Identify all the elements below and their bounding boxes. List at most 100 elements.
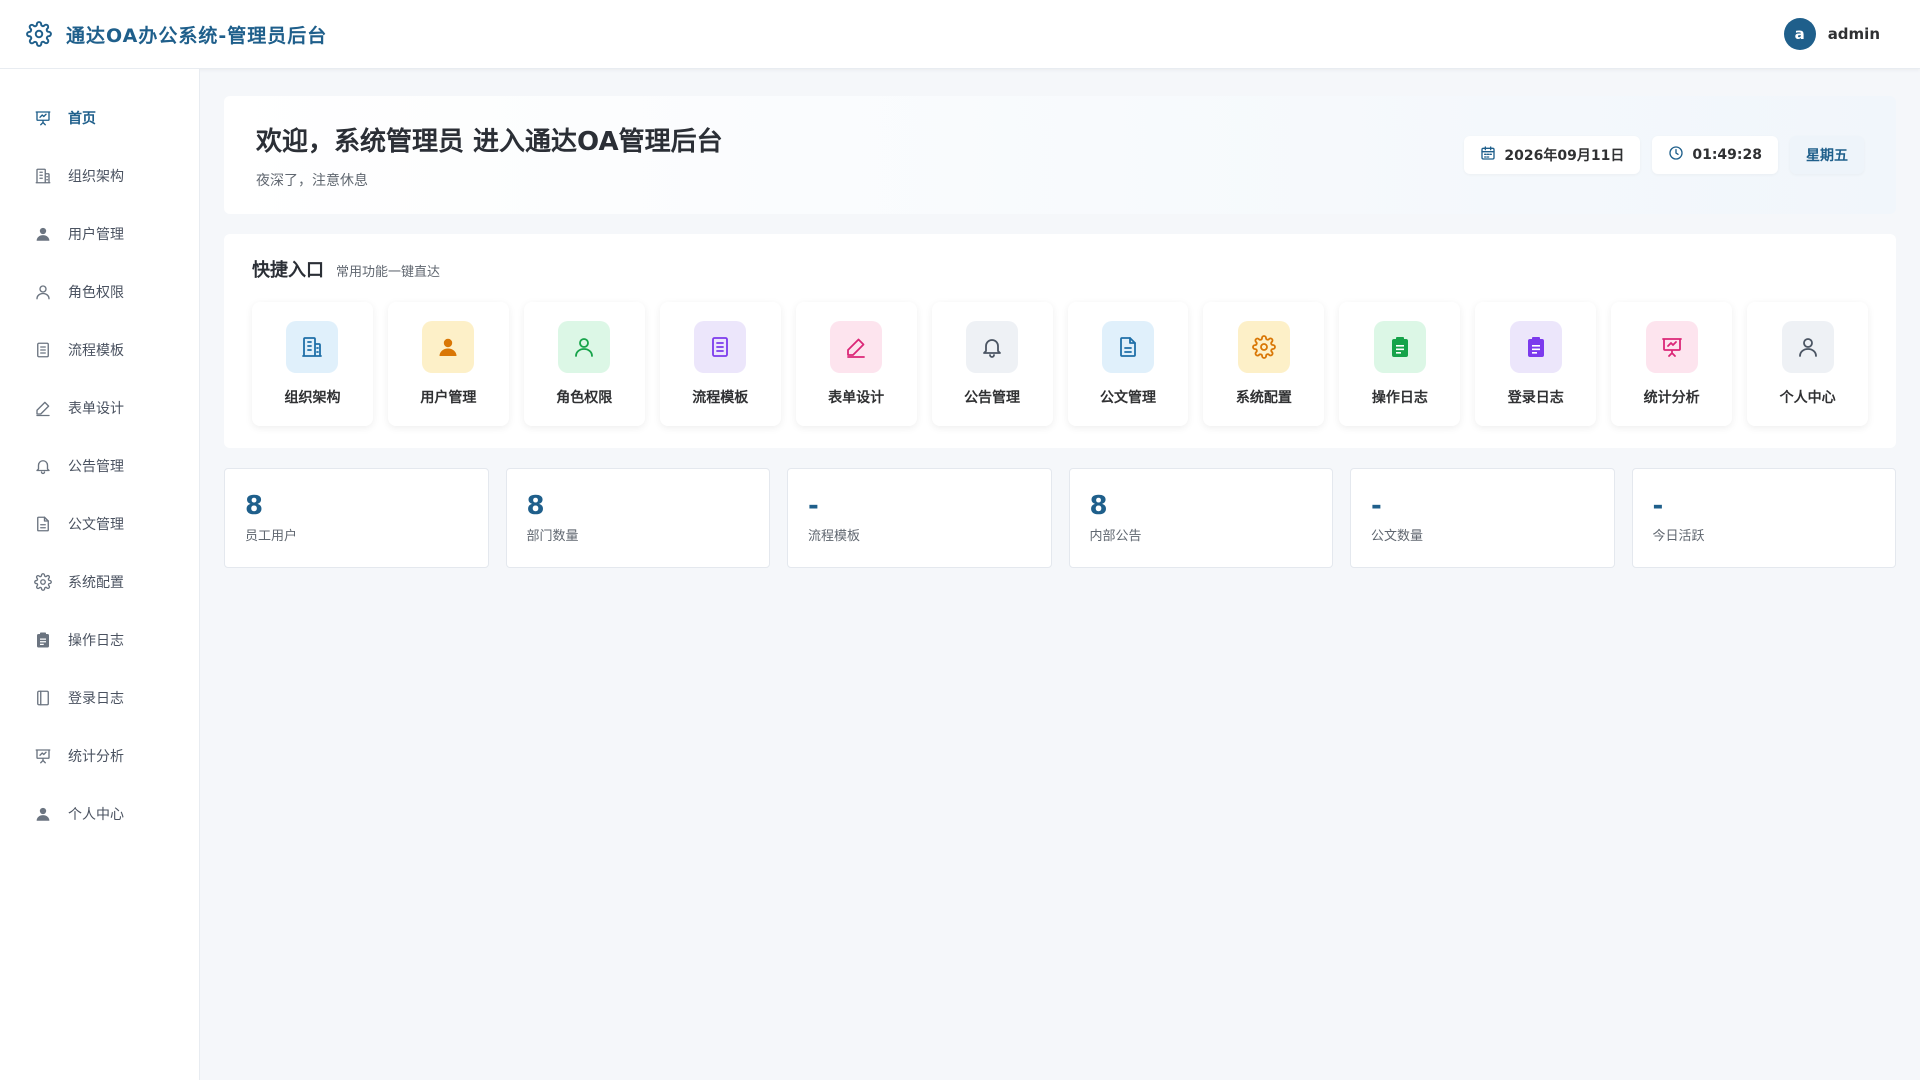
sidebar-item[interactable]: 角色权限 (0, 263, 199, 321)
sidebar-item[interactable]: 系统配置 (0, 553, 199, 611)
user-solid-icon (34, 225, 52, 243)
sidebar-item[interactable]: 首页 (0, 89, 199, 147)
document-list-icon (34, 341, 52, 359)
sidebar-item[interactable]: 个人中心 (0, 785, 199, 843)
sidebar: 首页组织架构用户管理角色权限流程模板表单设计公告管理 公文管理系统配置操作日志登录… (0, 69, 200, 1080)
stat-label: 内部公告 (1089, 529, 1142, 544)
quick-access-title: 快捷入口 (252, 260, 324, 281)
stat-label: 流程模板 (808, 529, 861, 544)
sidebar-item-label: 表单设计 (68, 401, 124, 417)
weekday-text: 星期五 (1806, 148, 1848, 164)
document-icon (34, 515, 52, 533)
stat-value: - (1371, 491, 1382, 521)
quick-access-header: 快捷入口 常用功能一键直达 (252, 256, 1868, 282)
sidebar-item-label: 操作日志 (68, 633, 124, 649)
stat-label: 员工用户 (245, 529, 298, 544)
stat-value: 8 (526, 491, 545, 521)
clipboard-icon (1509, 321, 1562, 373)
welcome-subtitle: 夜深了，注意休息 (256, 172, 368, 189)
tile-label: 统计分析 (1643, 390, 1700, 406)
quick-access-tile[interactable]: 角色权限 (523, 302, 645, 426)
tile-label: 流程模板 (692, 390, 749, 406)
clock-icon (1668, 145, 1684, 165)
sidebar-item[interactable]: 登录日志 (0, 669, 199, 727)
tile-label: 个人中心 (1779, 390, 1836, 406)
stat-label: 今日活跃 (1652, 529, 1705, 544)
sidebar-item[interactable]: 统计分析 (0, 727, 199, 785)
weekday-chip: 星期五 (1790, 136, 1864, 174)
quick-access-tile[interactable]: 操作日志 (1339, 302, 1461, 426)
user-outline-icon (558, 321, 611, 373)
tile-label: 登录日志 (1507, 390, 1564, 406)
quick-access-tile[interactable]: 公文管理 (1067, 302, 1189, 426)
sidebar-item-label: 流程模板 (68, 343, 124, 359)
tile-label: 组织架构 (284, 390, 341, 406)
quick-access-tile[interactable]: 公告管理 (931, 302, 1053, 426)
welcome-banner: 欢迎，系统管理员 进入通达OA管理后台 夜深了，注意休息 2026年09月11日… (224, 96, 1896, 214)
clipboard-icon (1373, 321, 1426, 373)
stat-label: 公文数量 (1371, 529, 1424, 544)
stat-label: 部门数量 (526, 529, 579, 544)
sidebar-item[interactable]: 公文管理 (0, 495, 199, 553)
user-solid-icon (422, 321, 475, 373)
quick-access-tile[interactable]: 系统配置 (1203, 302, 1325, 426)
stat-card: 8 部门数量 (505, 468, 770, 568)
sidebar-item-label: 首页 (68, 111, 96, 127)
gear-icon (26, 21, 52, 47)
stat-card: - 今日活跃 (1631, 468, 1896, 568)
brand[interactable]: 通达OA办公系统-管理员后台 (26, 21, 327, 48)
quick-access-tile[interactable]: 统计分析 (1611, 302, 1733, 426)
user-solid-icon (34, 805, 52, 823)
quick-access-tile[interactable]: 流程模板 (659, 302, 781, 426)
stat-card: 8 内部公告 (1068, 468, 1333, 568)
sidebar-item[interactable]: 操作日志 (0, 611, 199, 669)
top-header: 通达OA办公系统-管理员后台 a admin (0, 0, 1920, 69)
welcome-text: 欢迎，系统管理员 进入通达OA管理后台 夜深了，注意休息 (256, 121, 723, 190)
presentation-chart-icon (34, 747, 52, 765)
stat-value: - (808, 491, 819, 521)
tile-label: 公文管理 (1099, 390, 1156, 406)
main-content: 欢迎，系统管理员 进入通达OA管理后台 夜深了，注意休息 2026年09月11日… (224, 96, 1896, 568)
time-chip: 01:49:28 (1652, 136, 1778, 174)
calendar-icon (1480, 145, 1496, 165)
clipboard-icon (34, 631, 52, 649)
stat-card: - 流程模板 (787, 468, 1052, 568)
datetime-chips: 2026年09月11日 01:49:28 星期五 (1464, 136, 1864, 174)
time-text: 01:49:28 (1692, 147, 1762, 163)
username[interactable]: admin (1828, 25, 1880, 43)
quick-access-tile[interactable]: 用户管理 (387, 302, 509, 426)
gear-icon (1237, 321, 1290, 373)
sidebar-item-label: 个人中心 (68, 807, 124, 823)
user-outline-icon (34, 283, 52, 301)
stat-value: 8 (245, 491, 264, 521)
building-icon (286, 321, 339, 373)
stat-card: - 公文数量 (1350, 468, 1615, 568)
quick-access-tile[interactable]: 个人中心 (1747, 302, 1869, 426)
tile-label: 操作日志 (1371, 390, 1428, 406)
sidebar-item[interactable]: 公告管理 (0, 437, 199, 495)
sidebar-item-label: 登录日志 (68, 691, 124, 707)
app-title: 通达OA办公系统-管理员后台 (66, 24, 328, 47)
presentation-chart-icon (34, 109, 52, 127)
sidebar-item[interactable]: 表单设计 (0, 379, 199, 437)
tile-label: 用户管理 (420, 390, 477, 406)
stats-row: 8 员工用户 8 部门数量 - 流程模板 8 内部公告 - 公文数量 - 今日活跃 (224, 468, 1896, 568)
gear-icon (34, 573, 52, 591)
tile-label: 公告管理 (964, 390, 1021, 406)
quick-access-tile[interactable]: 组织架构 (252, 302, 373, 426)
sidebar-item-label: 系统配置 (68, 575, 124, 591)
document-icon (1101, 321, 1154, 373)
sidebar-item[interactable]: 用户管理 (0, 205, 199, 263)
sidebar-item[interactable]: 流程模板 (0, 321, 199, 379)
quick-access-panel: 快捷入口 常用功能一键直达 组织架构 用户管理 角色权限 流程模板 表单设计 公告管理 公文… (224, 234, 1896, 448)
user-menu[interactable]: a admin (1783, 18, 1880, 50)
sidebar-item[interactable]: 组织架构 (0, 147, 199, 205)
quick-access-tile[interactable]: 登录日志 (1475, 302, 1597, 426)
sidebar-item-label: 角色权限 (68, 285, 124, 301)
stat-card: 8 员工用户 (224, 468, 489, 568)
presentation-chart-icon (1645, 321, 1698, 373)
quick-access-tiles: 组织架构 用户管理 角色权限 流程模板 表单设计 公告管理 公文管理 系统配置 操作日志 登录日志… (252, 302, 1869, 426)
sidebar-item-label: 组织架构 (68, 169, 124, 185)
avatar[interactable]: a (1783, 18, 1816, 50)
quick-access-tile[interactable]: 表单设计 (795, 302, 917, 426)
